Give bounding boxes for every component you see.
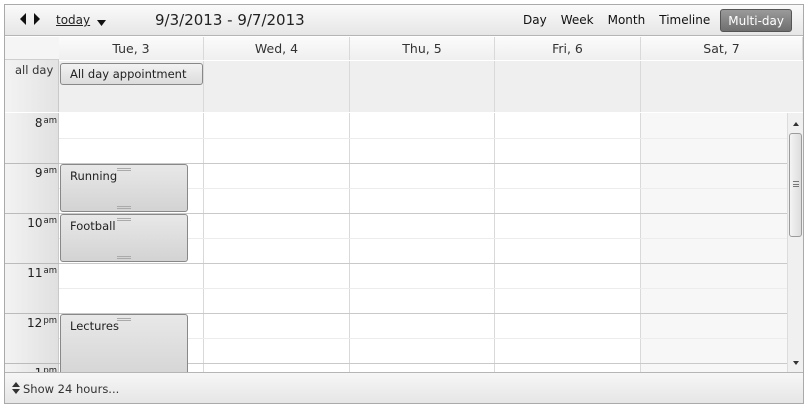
all-day-cell[interactable] <box>495 61 641 112</box>
time-gutter: 8am 9am 10am 11am 12pm 1pm <box>5 113 59 372</box>
scroll-up-icon[interactable] <box>791 118 801 128</box>
scheduler: today 9/3/2013 - 9/7/2013 Day Week Month… <box>4 4 804 404</box>
show-24-hours-link[interactable]: Show 24 hours... <box>23 382 119 396</box>
view-week-button[interactable]: Week <box>554 9 601 32</box>
day-column[interactable] <box>495 113 641 372</box>
gutter-hour-line <box>5 313 59 314</box>
appointment-lectures[interactable]: Lectures <box>60 314 188 372</box>
hour-label-10: 10am <box>27 216 57 230</box>
appointment-title: Lectures <box>70 319 119 333</box>
all-day-cell[interactable] <box>350 61 495 112</box>
hour-label-8: 8am <box>34 116 57 130</box>
caret-down-icon[interactable] <box>97 15 106 29</box>
all-day-cell[interactable] <box>204 61 350 112</box>
all-day-cell[interactable] <box>641 61 803 112</box>
resize-handle-top[interactable] <box>117 168 131 171</box>
today-link[interactable]: today <box>56 13 90 27</box>
view-multi-day-button[interactable]: Multi-day <box>720 9 792 32</box>
day-column[interactable] <box>641 113 787 372</box>
day-column[interactable] <box>204 113 350 372</box>
resize-handle-top[interactable] <box>117 218 131 221</box>
all-day-row: all day All day appointment <box>5 61 803 112</box>
gutter-hour-line <box>5 363 59 364</box>
date-range-title: 9/3/2013 - 9/7/2013 <box>155 11 305 29</box>
appointment-running[interactable]: Running <box>60 164 188 212</box>
appointment-title: Running <box>70 169 118 183</box>
day-header-wed: Wed, 4 <box>204 37 350 60</box>
appointment-title: Football <box>70 219 116 233</box>
day-header-sat: Sat, 7 <box>641 37 803 60</box>
view-month-button[interactable]: Month <box>601 9 653 32</box>
day-header-thu: Thu, 5 <box>350 37 495 60</box>
view-timeline-button[interactable]: Timeline <box>652 9 717 32</box>
gutter-hour-line <box>5 163 59 164</box>
view-day-button[interactable]: Day <box>516 9 554 32</box>
appointment-football[interactable]: Football <box>60 214 188 262</box>
day-header-tue: Tue, 3 <box>59 37 204 60</box>
day-header-row: Tue, 3 Wed, 4 Thu, 5 Fri, 6 Sat, 7 <box>5 37 803 60</box>
scheduler-toolbar: today 9/3/2013 - 9/7/2013 Day Week Month… <box>5 5 803 36</box>
scroll-down-icon[interactable] <box>791 357 801 367</box>
scrollbar-thumb[interactable] <box>789 133 802 237</box>
hour-label-9: 9am <box>34 166 57 180</box>
all-day-label: all day <box>5 61 59 112</box>
half-hour-line <box>59 138 787 139</box>
gutter-hour-line <box>5 263 59 264</box>
scheduler-footer: Show 24 hours... <box>5 372 803 403</box>
day-header-fri: Fri, 6 <box>495 37 641 60</box>
next-arrow-icon[interactable] <box>33 12 45 26</box>
time-grid: 8am 9am 10am 11am 12pm 1pm Running Footb… <box>5 113 787 372</box>
vertical-scrollbar[interactable] <box>787 113 803 372</box>
resize-handle-bottom[interactable] <box>117 256 131 259</box>
half-hour-line <box>59 288 787 289</box>
view-switcher: Day Week Month Timeline Multi-day <box>516 9 792 32</box>
gutter-hour-line <box>5 213 59 214</box>
hour-label-11: 11am <box>27 266 57 280</box>
all-day-appointment[interactable]: All day appointment <box>60 63 203 85</box>
hour-label-12: 12pm <box>27 316 57 330</box>
resize-handle-top[interactable] <box>117 318 131 321</box>
grip-icon <box>793 181 799 187</box>
expand-hours-icon[interactable] <box>12 381 20 395</box>
day-column[interactable] <box>350 113 495 372</box>
resize-handle-bottom[interactable] <box>117 206 131 209</box>
previous-arrow-icon[interactable] <box>19 12 31 26</box>
hour-line <box>59 263 787 264</box>
